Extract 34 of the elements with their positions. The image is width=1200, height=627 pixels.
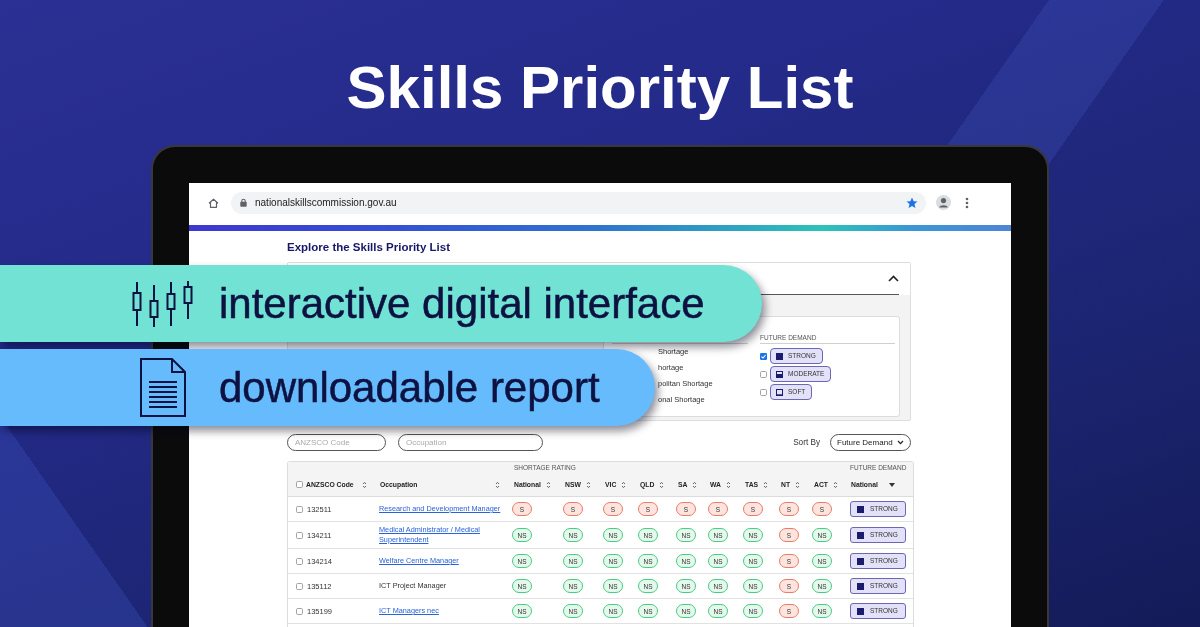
checkbox[interactable]: [296, 557, 303, 565]
half-filled-square-icon: [776, 370, 783, 378]
checkbox[interactable]: [760, 370, 767, 378]
chevron-up-icon[interactable]: [888, 275, 899, 282]
filled-square-icon: [857, 531, 864, 539]
sort-label: Sort By: [793, 438, 820, 447]
address-bar[interactable]: nationalskillscommission.gov.au: [231, 191, 926, 214]
account-icon[interactable]: [936, 195, 951, 210]
checkbox[interactable]: [296, 505, 303, 513]
section-heading: Explore the Skills Priority List: [287, 240, 451, 254]
chevron-down-icon: [897, 440, 904, 445]
code-search-field[interactable]: ANZSCO Code: [287, 434, 386, 451]
candlestick-chart-icon: [132, 280, 194, 327]
menu-icon[interactable]: [965, 196, 969, 209]
checkbox[interactable]: [296, 481, 303, 488]
document-icon: [140, 358, 186, 417]
star-icon[interactable]: [906, 196, 918, 209]
checkbox[interactable]: [296, 607, 303, 615]
banner-text: interactive digital interface: [219, 282, 705, 325]
filled-square-icon: [857, 582, 864, 590]
url-text[interactable]: nationalskillscommission.gov.au: [255, 197, 397, 208]
filled-square-icon: [857, 607, 864, 615]
page-title: Skills Priority List: [346, 58, 854, 118]
outline-square-icon: [776, 388, 783, 396]
checkbox[interactable]: [760, 388, 767, 396]
banner-text: downloadable report: [219, 366, 600, 409]
checkbox[interactable]: [296, 582, 303, 590]
occupation-search-field[interactable]: Occupation: [398, 434, 543, 451]
filled-square-icon: [857, 505, 864, 513]
filled-square-icon: [857, 557, 864, 565]
lock-icon: [240, 198, 247, 207]
filled-square-icon: [776, 352, 783, 360]
checkbox[interactable]: [296, 531, 303, 539]
home-icon[interactable]: [208, 197, 219, 208]
